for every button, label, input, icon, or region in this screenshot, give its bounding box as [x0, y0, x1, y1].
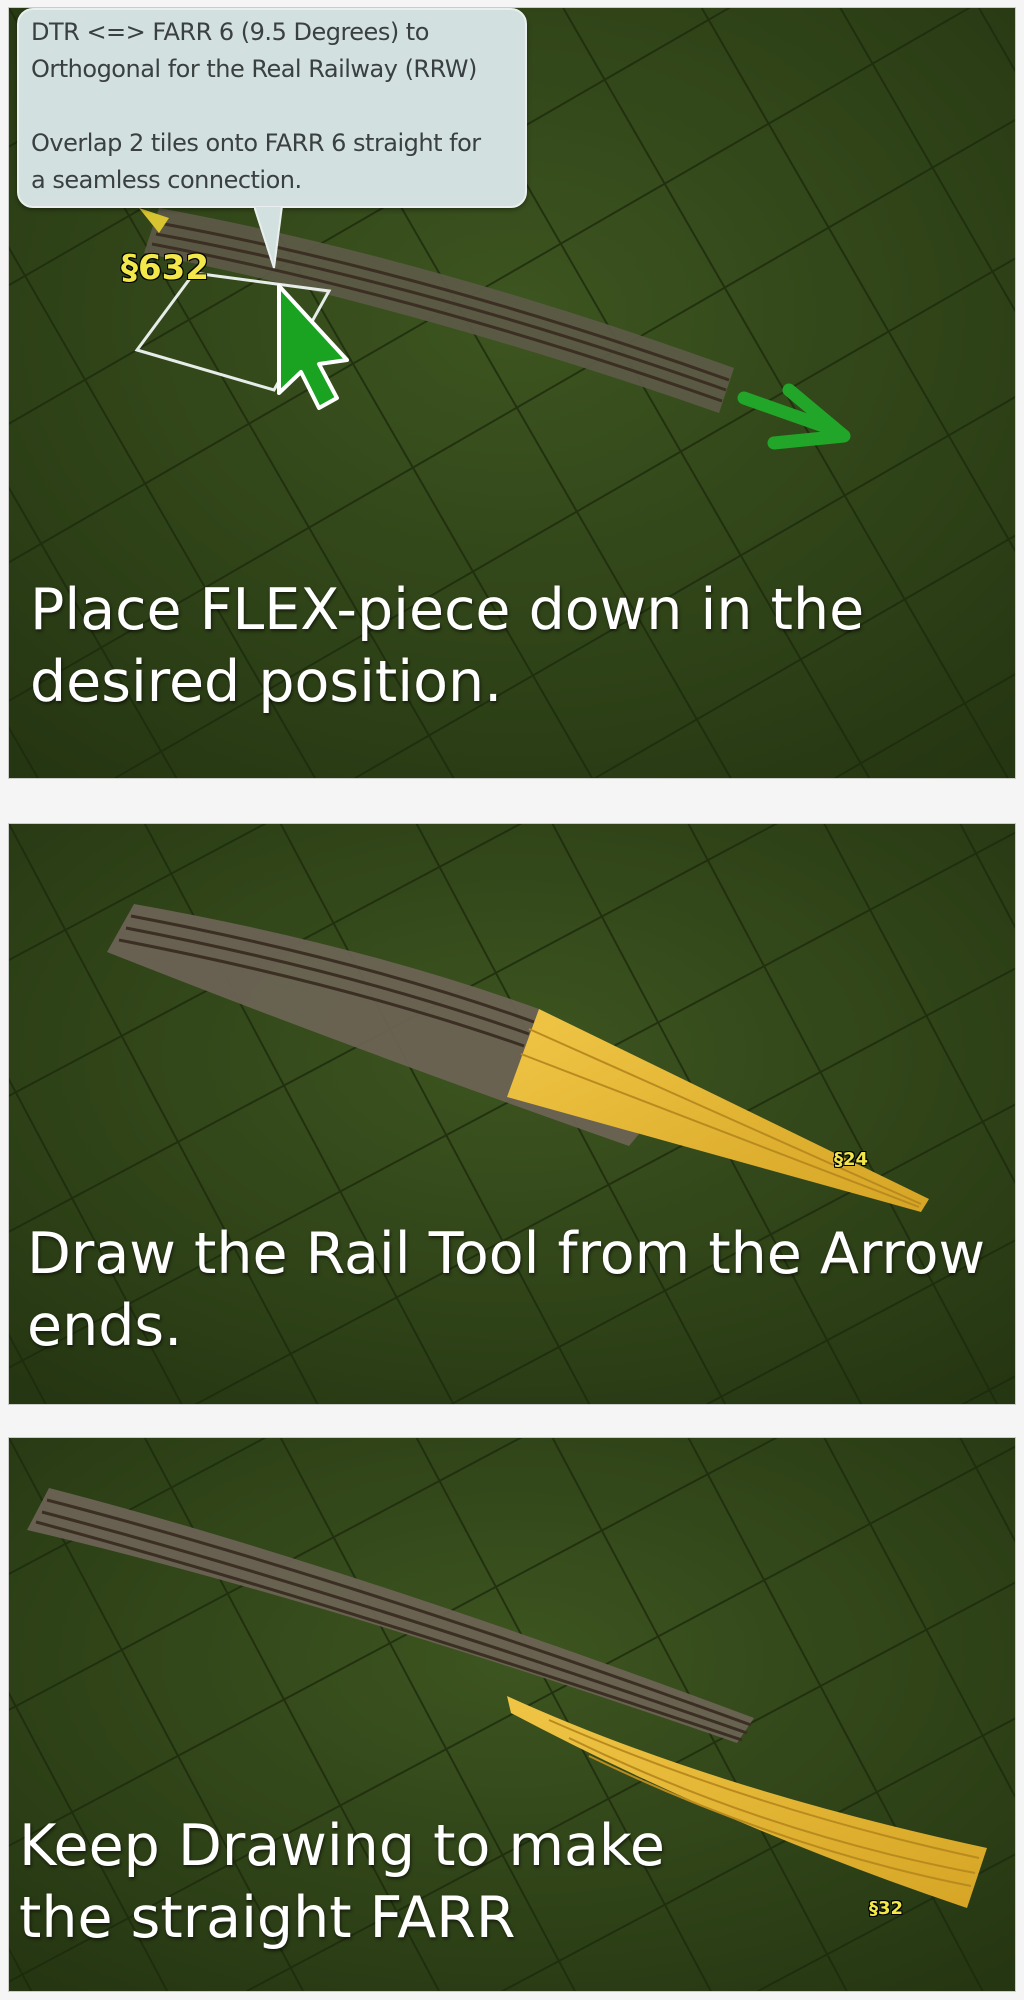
- step-1-caption: Place FLEX-piece down in the desired pos…: [30, 577, 865, 715]
- tooltip: DTR <=> FARR 6 (9.5 Degrees) to Orthogon…: [17, 8, 527, 208]
- step-2-caption: Draw the Rail Tool from the Arrow ends.: [27, 1221, 986, 1359]
- step-3-caption: Keep Drawing to make the straight FARR: [19, 1813, 665, 1951]
- tooltip-line-1: DTR <=> FARR 6 (9.5 Degrees) to: [31, 18, 429, 46]
- tooltip-tail: [254, 206, 284, 269]
- step-3-panel: §32 Keep Drawing to make the straight FA…: [9, 1438, 1015, 1991]
- tile-id-label: §632: [121, 248, 209, 288]
- tooltip-line-2: Orthogonal for the Real Railway (RRW): [31, 55, 477, 83]
- step-2-panel: §24 Draw the Rail Tool from the Arrow en…: [9, 824, 1015, 1404]
- step-1-panel: DTR <=> FARR 6 (9.5 Degrees) to Orthogon…: [9, 8, 1015, 778]
- tooltip-line-4: a seamless connection.: [31, 166, 302, 194]
- tooltip-line-3: Overlap 2 tiles onto FARR 6 straight for: [31, 129, 481, 157]
- tile-id-label: §24: [834, 1149, 869, 1170]
